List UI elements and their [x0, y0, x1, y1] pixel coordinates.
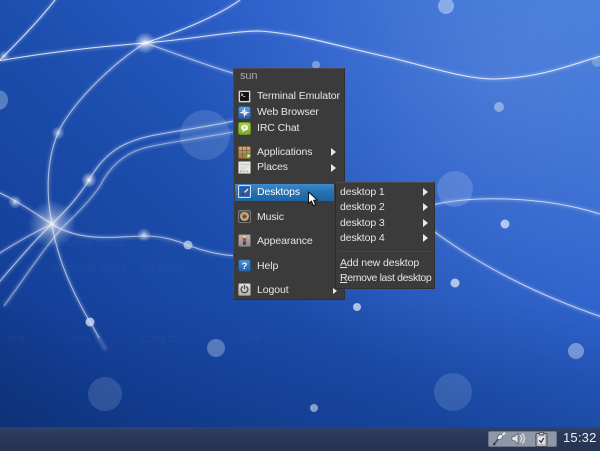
svg-text:elia: elia [8, 333, 26, 345]
svg-text:snapshot delay: snapshot delay [52, 262, 126, 274]
svg-text:Copy to: Copy to [140, 333, 178, 345]
svg-text:Send to: Send to [65, 333, 103, 345]
svg-text:Save: Save [236, 333, 261, 345]
svg-text:No: No [162, 237, 176, 249]
svg-text:No delay: No delay [140, 262, 184, 274]
svg-text:capture mode: capture mode [57, 237, 124, 249]
svg-text:?: ? [242, 261, 248, 272]
